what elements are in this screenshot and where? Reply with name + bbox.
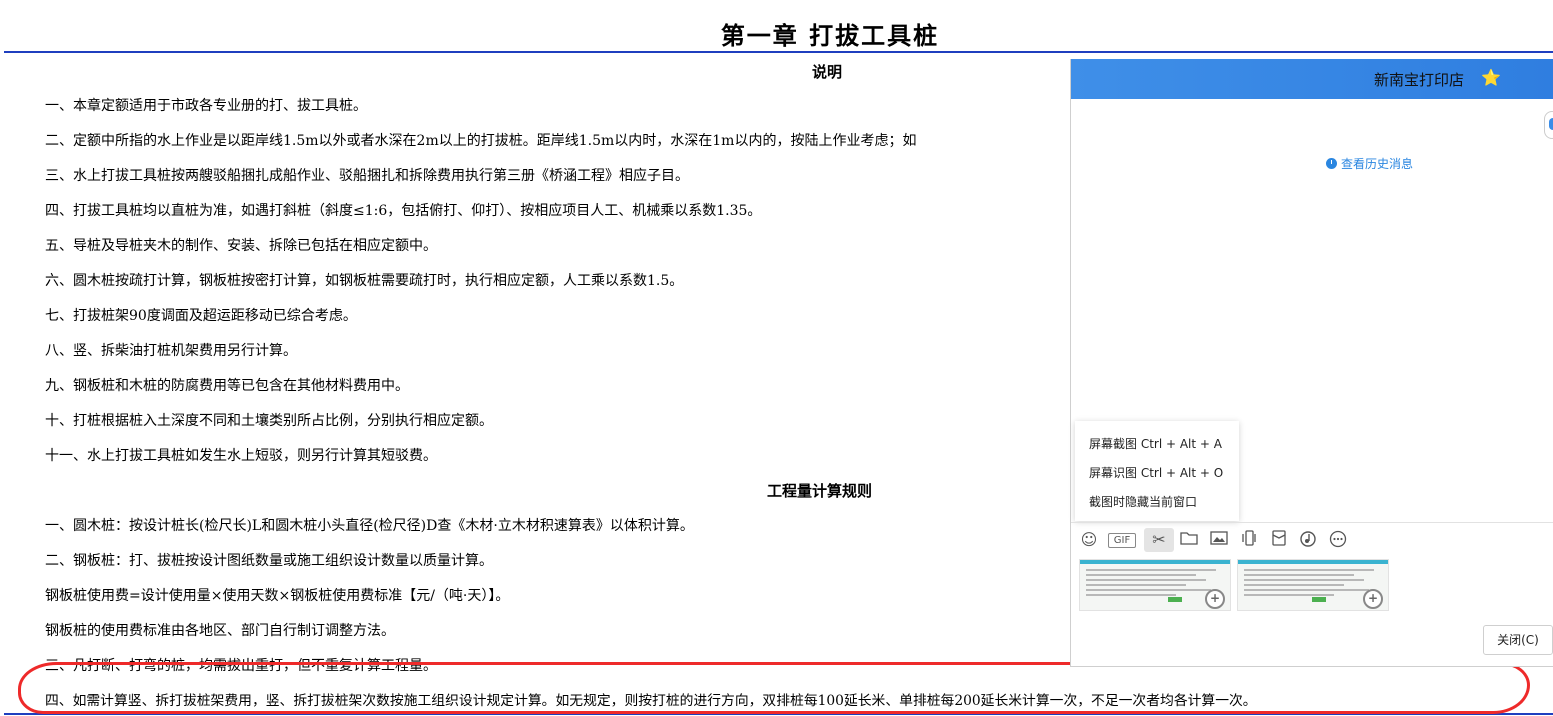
explanation-line: 四、打拔工具桩均以直桩为准，如遇打斜桩（斜度≤1:6，包括俯打、仰打）、按相应项… [45, 203, 762, 219]
chat-header: 新南宝打印店 ⭐ [1071, 59, 1553, 99]
rule-line: 钢板桩使用费=设计使用量×使用天数×钢板桩使用费标准【元/（吨·天）】。 [45, 588, 510, 604]
clock-icon [1326, 158, 1337, 169]
scissors-icon[interactable]: ✂ [1144, 528, 1174, 552]
screenshot-menu: 屏幕截图 Ctrl + Alt + A 屏幕识图 Ctrl + Alt + O … [1075, 421, 1239, 521]
toolbar-divider [1071, 522, 1553, 523]
star-icon: ⭐ [1481, 68, 1501, 87]
explanation-line: 十一、水上打拔工具桩如发生水上短驳，则另行计算其短驳费。 [45, 448, 437, 464]
explanation-line: 三、水上打拔工具桩按两艘驳船捆扎成船作业、驳船捆扎和拆除费用执行第三册《桥涵工程… [45, 168, 689, 184]
explanation-line: 二、定额中所指的水上作业是以距岸线1.5m以外或者水深在2m以上的打拔桩。距岸线… [45, 133, 917, 149]
menu-item-screenshot[interactable]: 屏幕截图 Ctrl + Alt + A [1089, 435, 1222, 452]
explanation-line: 五、导桩及导桩夹木的制作、安装、拆除已包括在相应定额中。 [45, 238, 437, 254]
chat-window: 新南宝打印店 ⭐ 查看历史消息 屏幕截图 Ctrl + Alt + A 屏幕识图… [1070, 59, 1553, 667]
rule-line: 一、圆木桩：按设计桩长(检尺长)L和圆木桩小头直径(检尺径)D查《木材·立木材积… [45, 518, 694, 534]
explanation-line: 六、圆木桩按疏打计算，钢板桩按密打计算，如钢板桩需要疏打时，执行相应定额，人工乘… [45, 273, 684, 289]
zoom-in-icon[interactable]: + [1363, 589, 1383, 609]
section-heading-explanation: 说明 [812, 63, 843, 81]
chat-title: 新南宝打印店 [1374, 71, 1465, 89]
more-icon[interactable] [1327, 530, 1349, 550]
image-icon[interactable] [1208, 530, 1230, 550]
folder-icon[interactable] [1178, 530, 1200, 550]
explanation-line: 九、钢板桩和木桩的防腐费用等已包含在其他材料费用中。 [45, 378, 409, 394]
highlight-annotation [18, 662, 1530, 714]
explanation-line: 七、打拔桩架90度调面及超运距移动已综合考虑。 [45, 308, 357, 324]
rule-line: 二、钢板桩：打、拔桩按设计图纸数量或施工组织设计数量以质量计算。 [45, 553, 493, 569]
explanation-line: 十、打桩根据桩入土深度不同和土壤类别所占比例，分别执行相应定额。 [45, 413, 493, 429]
history-link-label: 查看历史消息 [1341, 157, 1414, 171]
menu-item-screen-recognize[interactable]: 屏幕识图 Ctrl + Alt + O [1089, 464, 1223, 481]
explanation-line: 八、竖、拆柴油打桩机架费用另行计算。 [45, 343, 297, 359]
page-title: 第一章 打拔工具桩 [720, 21, 940, 50]
title-divider [4, 51, 1553, 53]
explanation-line: 一、本章定额适用于市政各专业册的打、拔工具桩。 [45, 98, 367, 114]
gif-icon[interactable]: GIF [1108, 533, 1136, 548]
section-heading-rules: 工程量计算规则 [767, 482, 873, 500]
zoom-in-icon[interactable]: + [1205, 589, 1225, 609]
rule-line: 钢板桩的使用费标准由各地区、部门自行制订调整方法。 [45, 623, 395, 639]
close-button[interactable]: 关闭(C) [1483, 625, 1553, 655]
music-icon[interactable] [1297, 530, 1319, 550]
scroll-indicator-icon[interactable] [1544, 111, 1553, 139]
red-packet-icon[interactable] [1268, 530, 1290, 550]
vibrate-icon[interactable] [1238, 530, 1260, 550]
emoji-icon[interactable]: ☺ [1078, 530, 1100, 550]
history-link[interactable]: 查看历史消息 [1326, 155, 1413, 172]
menu-item-hide-window[interactable]: 截图时隐藏当前窗口 [1089, 493, 1197, 510]
